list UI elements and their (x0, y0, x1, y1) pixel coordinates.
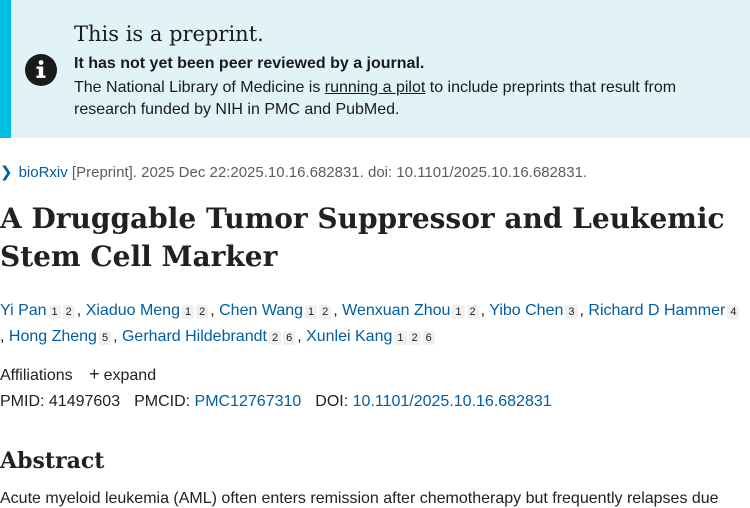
author-link[interactable]: Gerhard Hildebrandt (122, 328, 267, 345)
article-title: A Druggable Tumor Suppressor and Leukemi… (0, 202, 725, 273)
affiliation-ref-button[interactable]: 1 (394, 331, 407, 345)
author-item: Hong Zheng 5 (9, 328, 113, 345)
affiliations-row: Affiliations + expand (0, 364, 156, 385)
author-item: Gerhard Hildebrandt 2 6 (122, 328, 297, 345)
citation-line: ❯ bioRxiv [Preprint]. 2025 Dec 22:2025.10… (0, 163, 587, 181)
author-link[interactable]: Wenxuan Zhou (342, 302, 450, 319)
author-item: Richard D Hammer 4 (588, 302, 741, 319)
article-identifiers: PMID: 41497603 PMCID: PMC12767310 DOI: 10.… (0, 393, 552, 411)
author-link[interactable]: Chen Wang (219, 302, 303, 319)
affiliation-refs: 12 (48, 298, 77, 324)
author-link[interactable]: Yi Pan (0, 302, 47, 319)
affiliation-ref-button[interactable]: 2 (319, 305, 332, 319)
affiliation-refs: 12 (452, 298, 480, 324)
journal-link[interactable]: bioRxiv (19, 164, 68, 181)
affiliation-ref-button[interactable]: 1 (452, 305, 465, 319)
author-item: Xiaduo Meng 1 2 (86, 302, 211, 319)
preprint-banner: This is a preprint. It has not yet been … (0, 0, 750, 138)
banner-accent-bar (0, 0, 11, 138)
affiliation-ref-button[interactable]: 4 (727, 305, 740, 319)
affiliation-ref-button[interactable]: 1 (181, 305, 195, 319)
affiliation-refs: 12 (305, 298, 333, 324)
banner-warning: It has not yet been peer reviewed by a j… (74, 55, 425, 72)
abstract-text: Acute myeloid leukemia (AML) often enter… (0, 490, 719, 507)
affiliation-ref-button[interactable]: 2 (408, 331, 421, 345)
pmcid-label: PMCID: (134, 393, 191, 410)
affiliation-ref-button[interactable]: 1 (305, 305, 318, 319)
pmid-value: 41497603 (48, 393, 121, 410)
affiliation-ref-button[interactable]: 3 (565, 305, 578, 319)
author-item: Wenxuan Zhou 1 2 (342, 302, 480, 319)
affiliation-refs: 126 (394, 324, 436, 350)
chevron-right-icon: ❯ (0, 164, 13, 181)
affiliation-ref-button[interactable]: 2 (62, 305, 75, 319)
affiliations-label: Affiliations (0, 367, 73, 384)
doi-link[interactable]: 10.1101/2025.10.16.682831 (353, 393, 552, 410)
author-item: Yi Pan 1 2 (0, 302, 77, 319)
plus-icon: + (89, 364, 100, 384)
doi-label: DOI: (315, 393, 349, 410)
affiliation-ref-button[interactable]: 5 (98, 331, 112, 345)
expand-affiliations-button[interactable]: + expand (89, 364, 157, 384)
expand-label: expand (103, 367, 157, 384)
banner-title: This is a preprint. (74, 22, 264, 46)
affiliation-ref-button[interactable]: 6 (422, 331, 435, 345)
affiliation-refs: 26 (268, 324, 297, 350)
banner-description: The National Library of Medicine is runn… (74, 77, 742, 121)
author-item: Xunlei Kang 1 2 6 (306, 328, 437, 345)
affiliation-ref-button[interactable]: 2 (196, 305, 209, 319)
affiliation-refs: 5 (98, 324, 113, 350)
affiliation-ref-button[interactable]: 2 (268, 331, 282, 345)
info-icon (25, 54, 57, 86)
banner-text-before: The National Library of Medicine is (74, 79, 325, 96)
author-link[interactable]: Richard D Hammer (588, 302, 725, 319)
author-link[interactable]: Hong Zheng (9, 328, 97, 345)
author-link[interactable]: Xiaduo Meng (86, 302, 180, 319)
affiliation-ref-button[interactable]: 6 (283, 331, 296, 345)
abstract-heading: Abstract (0, 448, 105, 474)
affiliation-refs: 12 (181, 298, 210, 324)
affiliation-ref-button[interactable]: 2 (466, 305, 479, 319)
affiliation-refs: 3 (565, 298, 579, 324)
pmcid-link[interactable]: PMC12767310 (195, 393, 302, 410)
author-item: Yibo Chen 3 (489, 302, 579, 319)
author-list: Yi Pan 1 2, Xiaduo Meng 1 2, Chen Wang 1 2, We… (0, 298, 745, 350)
affiliation-refs: 4 (727, 298, 741, 324)
author-link[interactable]: Yibo Chen (489, 302, 563, 319)
running-a-pilot-link[interactable]: running a pilot (325, 79, 426, 96)
affiliation-ref-button[interactable]: 1 (48, 305, 61, 319)
citation-details: [Preprint]. 2025 Dec 22:2025.10.16.68283… (67, 164, 588, 181)
pmid-label: PMID: (0, 393, 45, 410)
author-item: Chen Wang 1 2 (219, 302, 333, 319)
author-link[interactable]: Xunlei Kang (306, 328, 392, 345)
